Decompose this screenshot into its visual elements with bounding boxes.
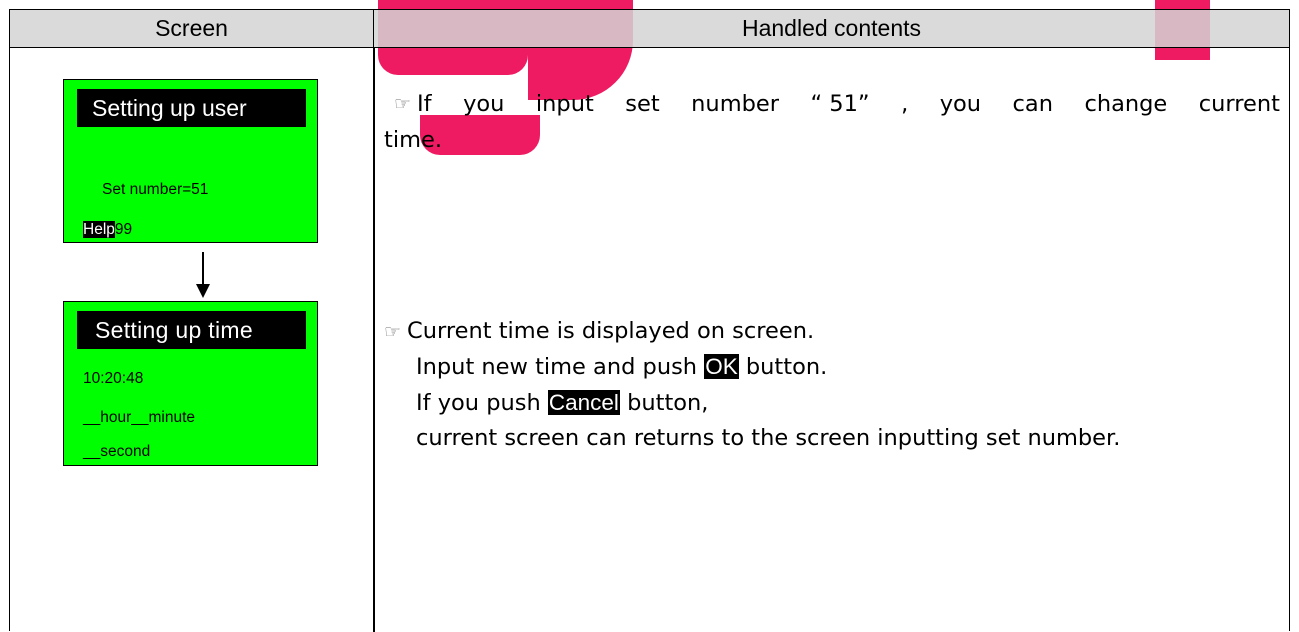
word: , (901, 91, 909, 117)
paragraph-1-line-2: time. (384, 127, 442, 153)
instruction-text: Current time is displayed on screen. (407, 318, 815, 344)
paragraph-2-line-4: current screen can returns to the screen… (416, 425, 1121, 451)
header-handled-contents: Handled contents (741, 15, 921, 41)
paragraph-2-line-3: If you push Cancel button, (416, 387, 708, 419)
word: set (625, 91, 660, 117)
word: you (463, 91, 505, 117)
help-label: Help (83, 221, 115, 238)
header-screen: Screen (10, 10, 374, 47)
word: number (691, 91, 779, 117)
word: can (1012, 91, 1053, 117)
instruction-text: Input new time and push (416, 354, 705, 380)
lcd-screen-user-setup: Setting up user Set number=51 Help99 (63, 79, 318, 243)
pointing-hand-icon: ☞ (384, 321, 402, 343)
instruction-text: button, (619, 390, 709, 416)
hour-minute-field: __hour__minute (83, 409, 196, 426)
pointing-hand-icon: ☞ If (394, 91, 432, 117)
word: current (1198, 91, 1280, 117)
column-divider (373, 48, 375, 632)
current-time-value: 10:20:48 (83, 370, 144, 387)
word: “ 51” (810, 91, 870, 117)
word: you (939, 91, 982, 117)
cancel-key-label: Cancel (547, 390, 620, 415)
lcd-title: Setting up user (77, 89, 306, 127)
lcd-title: Setting up time (77, 311, 306, 349)
paragraph-1-line-1: ☞ If you input set number “ 51” , you can… (394, 88, 1280, 120)
lcd-screen-time-setup: Setting up time 10:20:48 __hour__minute … (63, 301, 318, 466)
help-value: 99 (114, 221, 133, 238)
ok-key-label: OK (704, 354, 739, 379)
word: input (535, 91, 594, 117)
down-arrow-line (202, 252, 204, 284)
instruction-text: button. (738, 354, 828, 380)
instruction-text: If you push (416, 390, 548, 416)
word: change (1084, 91, 1168, 117)
down-arrow-icon (196, 284, 210, 298)
help-line: Help99 (83, 221, 132, 239)
set-number-text: Set number=51 (102, 181, 209, 198)
table-header-row: Screen Handled contents (10, 10, 1289, 48)
paragraph-2-line-1: ☞ Current time is displayed on screen. (384, 315, 814, 348)
second-field: __second (83, 443, 151, 460)
paragraph-2-line-2: Input new time and push OK button. (416, 351, 827, 383)
